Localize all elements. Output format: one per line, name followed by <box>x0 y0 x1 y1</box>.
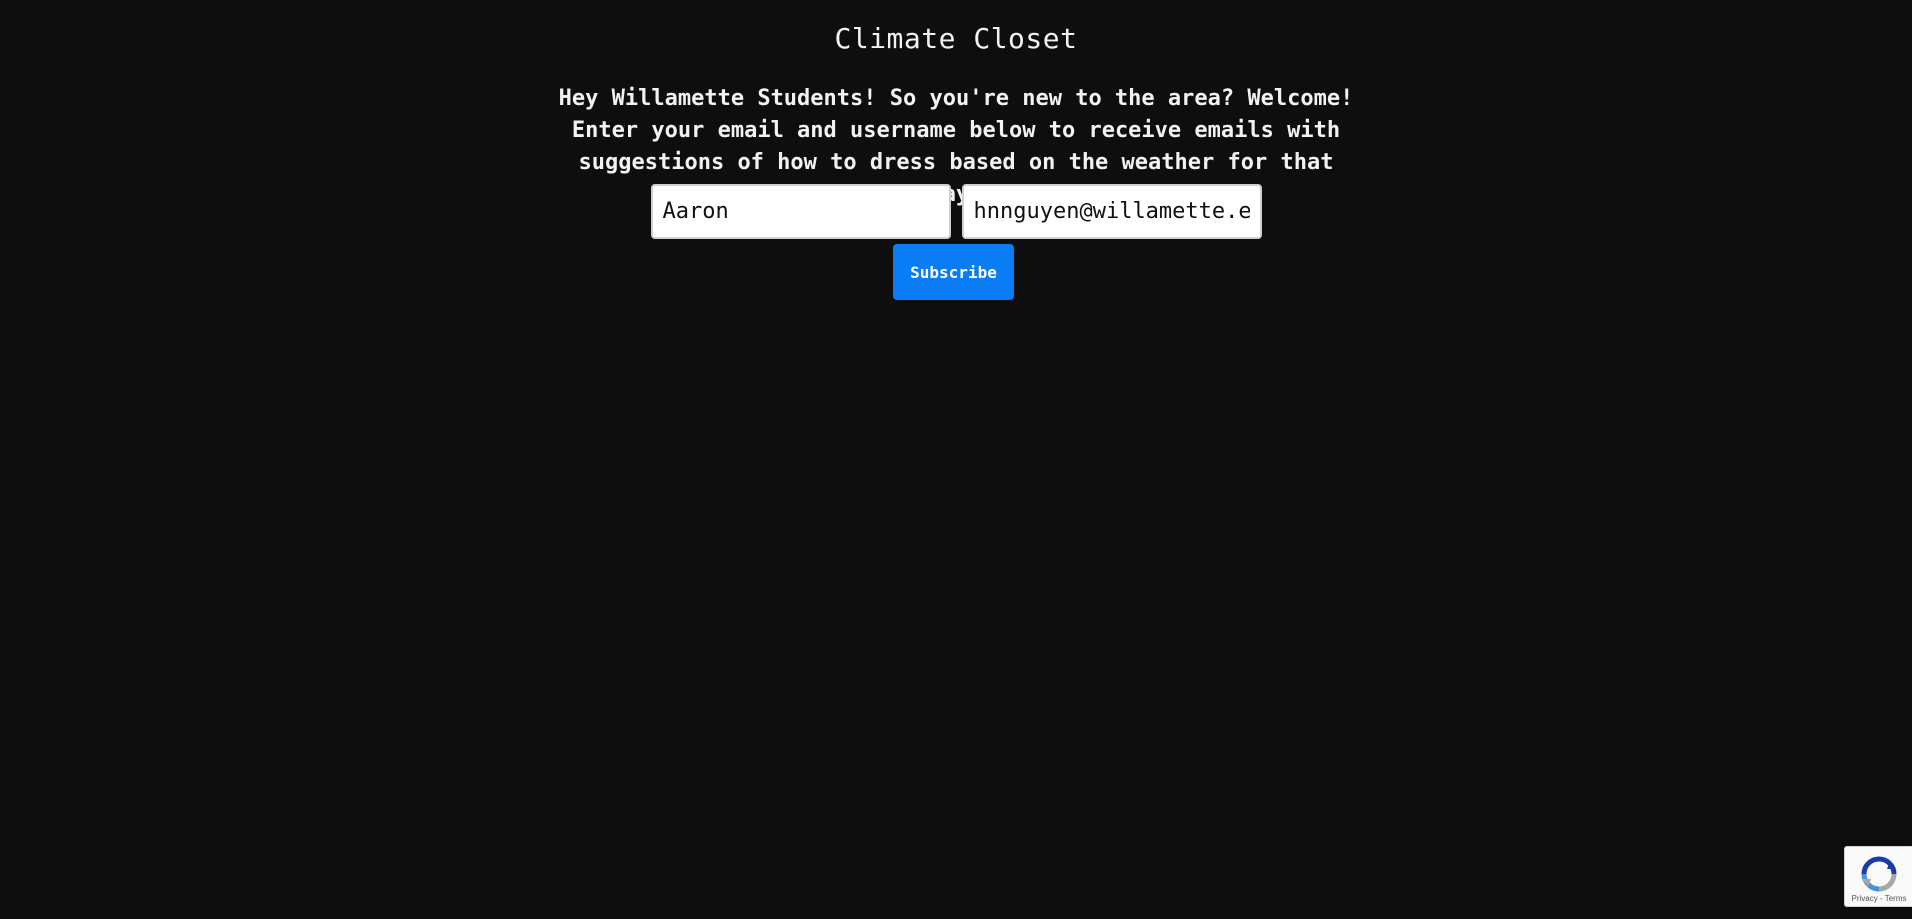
subscribe-button[interactable]: Subscribe <box>893 244 1014 300</box>
username-input[interactable] <box>650 184 951 239</box>
page: Climate Closet Hey Willamette Students! … <box>0 0 1912 919</box>
recaptcha-links: Privacy - Terms <box>1845 894 1912 903</box>
recaptcha-icon <box>1861 856 1897 892</box>
recaptcha-separator: - <box>1877 894 1885 903</box>
page-title: Climate Closet <box>834 22 1078 55</box>
recaptcha-privacy-link[interactable]: Privacy <box>1852 894 1878 903</box>
recaptcha-terms-link[interactable]: Terms <box>1885 894 1907 903</box>
recaptcha-badge[interactable]: Privacy - Terms <box>1844 846 1912 907</box>
email-input[interactable] <box>961 184 1262 239</box>
subscribe-form <box>0 184 1912 239</box>
